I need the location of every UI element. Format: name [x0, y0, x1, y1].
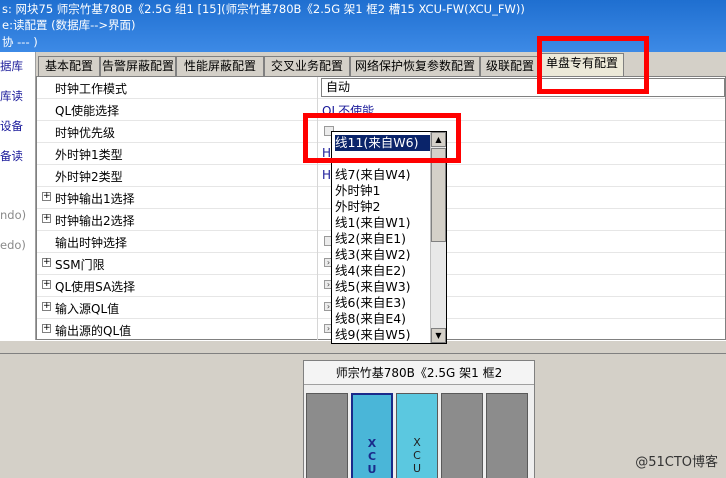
- nav-item-db-read[interactable]: 库读: [0, 88, 23, 104]
- left-nav-panel: 据库 库读 设备 备读 ndo) edo): [0, 52, 36, 340]
- expand-plus-icon[interactable]: +: [42, 280, 51, 289]
- property-name: QL使能选择: [55, 104, 120, 118]
- scroll-thumb[interactable]: [431, 148, 446, 242]
- tab-alarm-mask-config[interactable]: 告警屏蔽配置: [100, 56, 176, 76]
- dropdown-option[interactable]: 线2(来自E1): [335, 231, 431, 247]
- tab-cross-connect-config[interactable]: 交叉业务配置: [264, 56, 350, 76]
- property-row[interactable]: 时钟工作模式 自动: [37, 77, 725, 99]
- dropdown-option[interactable]: 线5(来自W3): [335, 279, 431, 295]
- property-name: 输出源的QL值: [55, 324, 132, 338]
- dropdown-option[interactable]: 线6(来自E3): [335, 295, 431, 311]
- nav-item-device[interactable]: 设备: [0, 118, 23, 134]
- window-title-bar: s: 网块75 师宗竹基780B《2.5G 组1 [15](师宗竹基780B《2…: [0, 0, 726, 52]
- column-separator: [317, 77, 318, 99]
- dropdown-option[interactable]: 线4(来自E2): [335, 263, 431, 279]
- column-separator: [317, 99, 318, 121]
- title-line-2: e:读配置 (数据库-->界面): [2, 18, 136, 32]
- dropdown-option[interactable]: 线7(来自W4): [335, 167, 431, 183]
- expand-plus-icon[interactable]: +: [42, 258, 51, 267]
- dropdown-option[interactable]: 线1(来自W1): [335, 215, 431, 231]
- property-name: 输出时钟选择: [55, 236, 128, 250]
- column-separator: [317, 297, 318, 319]
- slot-label: XCU: [367, 437, 377, 476]
- dropdown-option[interactable]: 线3(来自W2): [335, 247, 431, 263]
- clock-source-dropdown-list[interactable]: 线11(来自W6) 线7(来自W4) 外时钟1 外时钟2 线1(来自W1) 线2…: [331, 131, 447, 344]
- dropdown-scrollbar[interactable]: ▲ ▼: [430, 132, 446, 343]
- dropdown-option[interactable]: 线8(来自E4): [335, 311, 431, 327]
- property-name: SSM门限: [55, 258, 105, 272]
- chassis-title: 师宗竹基780B《2.5G 架1 框2: [304, 361, 534, 385]
- title-line-1: s: 网块75 师宗竹基780B《2.5G 组1 [15](师宗竹基780B《2…: [2, 2, 525, 16]
- column-separator: [317, 319, 318, 341]
- chassis-slot-xcu[interactable]: XCU: [396, 393, 438, 478]
- property-name: 时钟输出1选择: [55, 192, 135, 206]
- chassis-slot[interactable]: [441, 393, 483, 478]
- property-name: 时钟优先级: [55, 126, 116, 140]
- slot-label: XCU: [412, 436, 422, 475]
- chassis-slot[interactable]: [486, 393, 528, 478]
- scroll-up-arrow-icon[interactable]: ▲: [431, 132, 446, 147]
- tab-performance-mask-config[interactable]: 性能屏蔽配置: [176, 56, 264, 76]
- expand-plus-icon[interactable]: +: [42, 192, 51, 201]
- chassis-frame: 师宗竹基780B《2.5G 架1 框2 XCU XCU: [303, 360, 535, 478]
- expand-plus-icon[interactable]: +: [42, 302, 51, 311]
- nav-item-redo[interactable]: edo): [0, 238, 26, 252]
- config-tab-strip: 基本配置 告警屏蔽配置 性能屏蔽配置 交叉业务配置 网络保护恢复参数配置 级联配…: [36, 52, 726, 76]
- property-value[interactable]: H: [322, 168, 331, 182]
- dropdown-option[interactable]: 外时钟1: [335, 183, 431, 199]
- column-separator: [317, 121, 318, 143]
- expand-plus-icon[interactable]: +: [42, 324, 51, 333]
- column-separator: [317, 143, 318, 165]
- scroll-down-arrow-icon[interactable]: ▼: [431, 328, 446, 343]
- expand-plus-icon[interactable]: +: [42, 214, 51, 223]
- property-name: 时钟工作模式: [55, 82, 128, 96]
- clock-mode-value-field[interactable]: 自动: [321, 78, 725, 97]
- chassis-slot[interactable]: [306, 393, 348, 478]
- property-value[interactable]: H: [322, 146, 331, 160]
- column-separator: [317, 275, 318, 297]
- chassis-slot-xcu-selected[interactable]: XCU: [351, 393, 393, 478]
- tab-basic-config[interactable]: 基本配置: [38, 56, 100, 76]
- nav-item-undo[interactable]: ndo): [0, 208, 26, 222]
- property-name: QL使用SA选择: [55, 280, 136, 294]
- dropdown-option[interactable]: 线11(来自W6): [335, 135, 431, 151]
- nav-item-backup-read[interactable]: 备读: [0, 148, 23, 164]
- property-value[interactable]: QL不使能: [322, 102, 374, 119]
- nav-item-database[interactable]: 据库: [0, 58, 23, 74]
- column-separator: [317, 209, 318, 231]
- property-name: 输入源QL值: [55, 302, 120, 316]
- tab-network-protection-config[interactable]: 网络保护恢复参数配置: [350, 56, 480, 76]
- chassis-view-pane: 师宗竹基780B《2.5G 架1 框2 XCU XCU @51CTO博客: [0, 354, 726, 478]
- column-separator: [317, 187, 318, 209]
- column-separator: [317, 253, 318, 275]
- property-row[interactable]: QL使能选择 QL不使能: [37, 99, 725, 121]
- column-separator: [317, 165, 318, 187]
- property-name: 时钟输出2选择: [55, 214, 135, 228]
- title-line-3: 协 --- ): [2, 35, 38, 49]
- watermark: @51CTO博客: [635, 455, 718, 470]
- property-name: 外时钟2类型: [55, 170, 123, 184]
- dropdown-option[interactable]: 线9(来自W5): [335, 327, 431, 343]
- column-separator: [317, 231, 318, 253]
- dropdown-option[interactable]: 外时钟2: [335, 199, 431, 215]
- property-name: 外时钟1类型: [55, 148, 123, 162]
- tab-cascade-config[interactable]: 级联配置: [480, 56, 540, 76]
- tab-board-specific-config[interactable]: 单盘专有配置: [540, 53, 624, 76]
